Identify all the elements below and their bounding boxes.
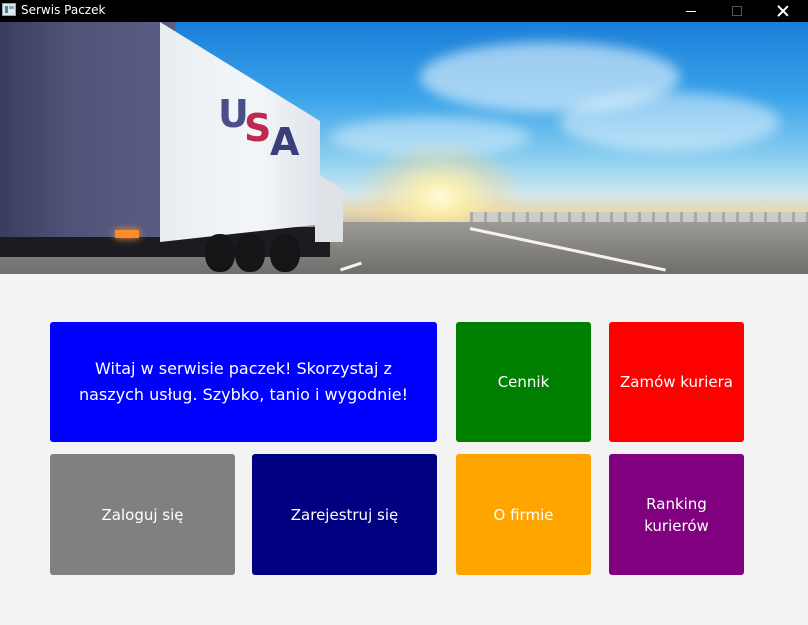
login-button-label: Zaloguj się	[101, 505, 184, 524]
app-icon	[2, 3, 16, 16]
about-company-button-label: O firmie	[493, 505, 554, 524]
register-button-label: Zarejestruj się	[290, 505, 399, 524]
login-button[interactable]: Zaloguj się	[50, 454, 235, 575]
welcome-tile: Witaj w serwisie paczek! Skorzystaj z na…	[50, 322, 437, 442]
truck-trailer-back	[0, 22, 175, 237]
pricing-button[interactable]: Cennik	[456, 322, 591, 442]
order-courier-button-label: Zamów kuriera	[620, 373, 733, 391]
truck-wheel	[235, 234, 265, 272]
minimize-icon	[686, 10, 696, 12]
order-courier-button[interactable]: Zamów kuriera	[609, 322, 744, 442]
cloud	[560, 92, 780, 152]
close-icon	[777, 5, 789, 17]
logo-letter: U	[218, 92, 249, 136]
logo-letter: S	[244, 106, 271, 150]
truck-wheel	[270, 234, 300, 272]
logo-letter: A	[270, 120, 299, 164]
truck-wheel	[205, 234, 235, 272]
maximize-icon	[732, 6, 742, 16]
app-window: Serwis Paczek U S A Witaj w serwisie pac…	[0, 0, 808, 625]
about-company-button[interactable]: O firmie	[456, 454, 591, 575]
maximize-button[interactable]	[714, 0, 760, 22]
pricing-button-label: Cennik	[497, 373, 550, 391]
banner-image: U S A	[0, 22, 808, 274]
truck-cab	[315, 172, 343, 242]
truck-taillight	[115, 230, 139, 238]
courier-ranking-button[interactable]: Ranking kurierów	[609, 454, 744, 575]
courier-ranking-button-label: Ranking kurierów	[644, 494, 709, 535]
window-title: Serwis Paczek	[21, 3, 106, 17]
minimize-button[interactable]	[668, 0, 714, 22]
welcome-text: Witaj w serwisie paczek! Skorzystaj z na…	[78, 359, 409, 404]
close-button[interactable]	[760, 0, 806, 22]
title-bar[interactable]: Serwis Paczek	[0, 0, 808, 22]
truck-logo: U S A	[218, 92, 299, 182]
register-button[interactable]: Zarejestruj się	[252, 454, 437, 575]
